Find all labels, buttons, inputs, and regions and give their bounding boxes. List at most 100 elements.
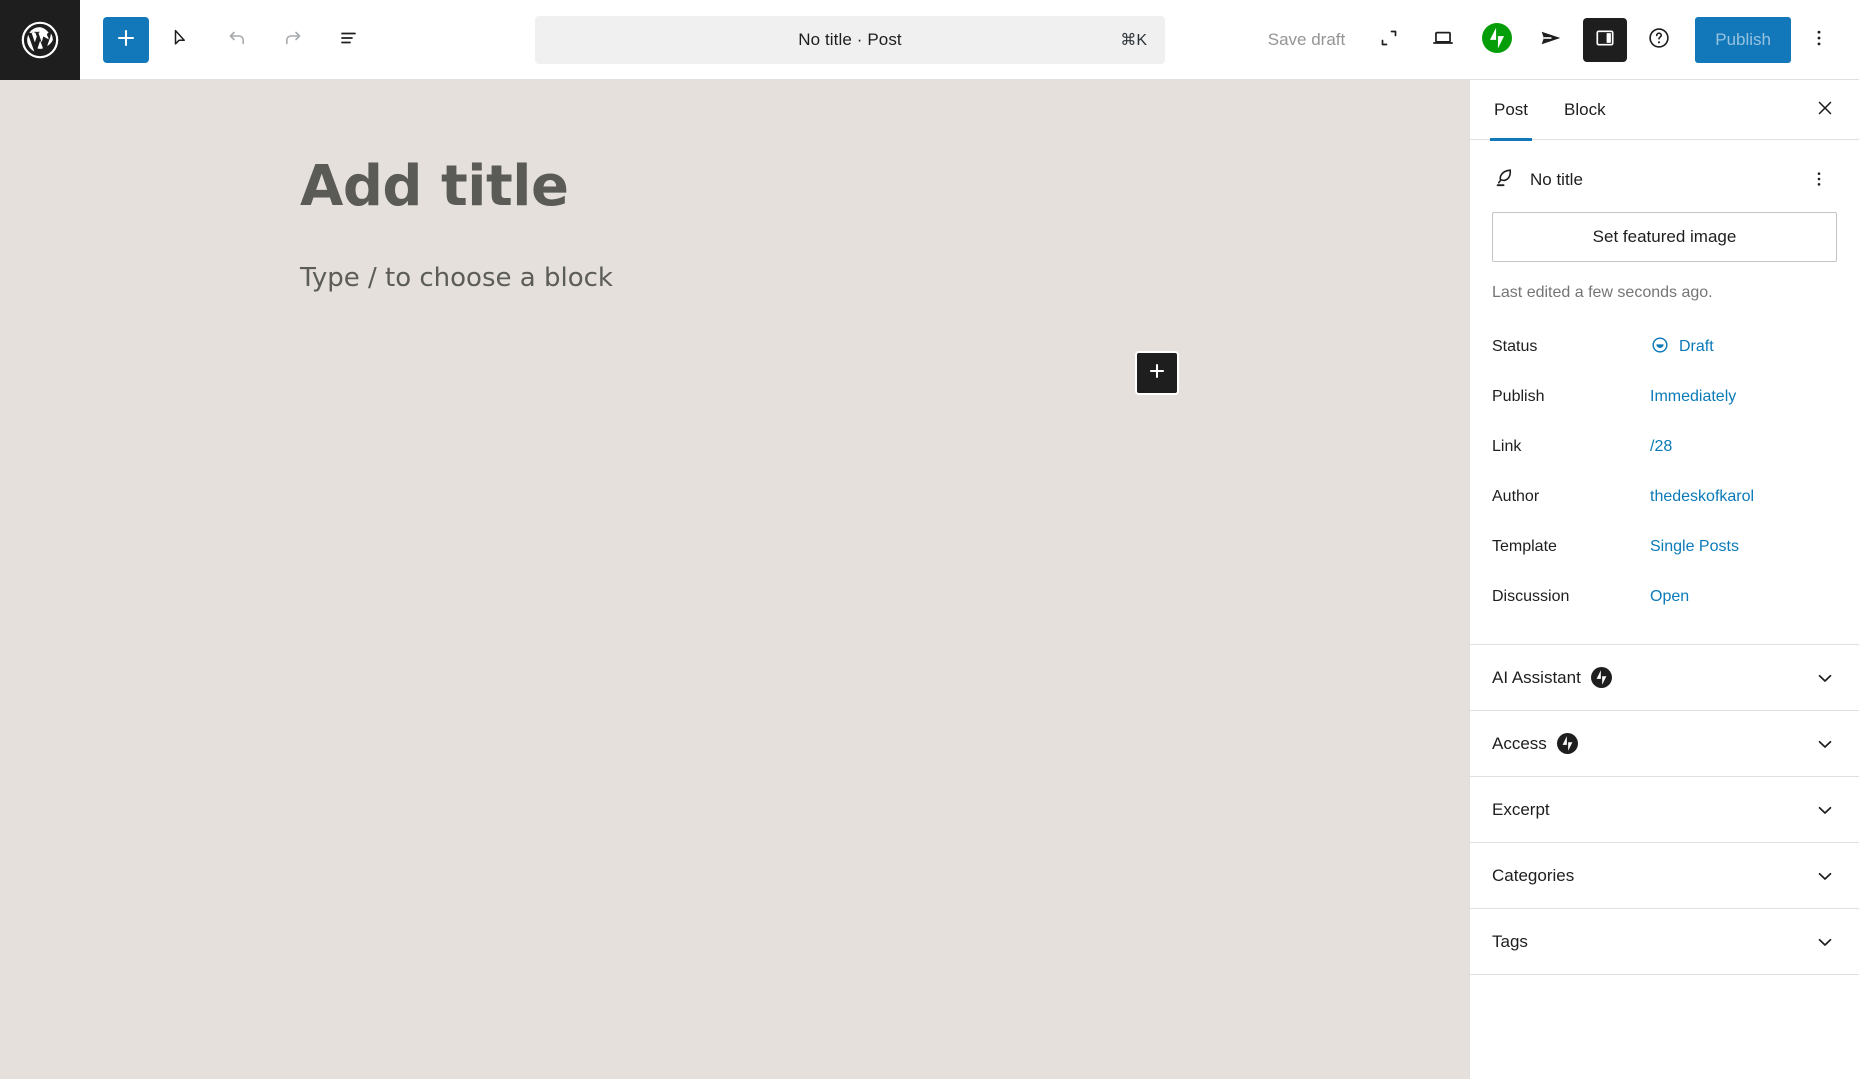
- document-summary: No title Set featured image Last edited …: [1470, 140, 1859, 644]
- meta-label-status: Status: [1492, 338, 1538, 355]
- status-value-button[interactable]: Draft: [1650, 331, 1714, 364]
- publish-button[interactable]: Publish: [1695, 16, 1791, 63]
- document-options-button[interactable]: [1801, 162, 1837, 198]
- redo-icon: [281, 26, 305, 53]
- more-options-icon: [1809, 169, 1829, 192]
- panel-label-tags: Tags: [1492, 931, 1528, 951]
- meta-value-author: thedeskofkarol: [1650, 488, 1755, 505]
- panel-access[interactable]: Access: [1470, 711, 1859, 777]
- settings-sidebar: Post Block No title Set featured image L…: [1469, 80, 1859, 1079]
- meta-label-discussion: Discussion: [1492, 588, 1570, 605]
- send-icon: [1538, 25, 1564, 54]
- help-icon: [1646, 25, 1672, 54]
- meta-row-link: Link /28: [1492, 422, 1837, 472]
- tab-post[interactable]: Post: [1476, 80, 1546, 141]
- jetpack-icon: [1482, 23, 1513, 56]
- chevron-down-icon: [1813, 666, 1837, 690]
- panel-label-excerpt: Excerpt: [1492, 799, 1550, 819]
- post-quill-icon: [1492, 166, 1516, 195]
- chevron-down-icon: [1813, 798, 1837, 822]
- jetpack-badge-icon: [1556, 733, 1578, 754]
- panel-excerpt[interactable]: Excerpt: [1470, 777, 1859, 843]
- tools-button[interactable]: [157, 16, 205, 64]
- settings-sidebar-icon: [1593, 26, 1617, 53]
- desktop-view-icon: [1430, 25, 1456, 54]
- chevron-down-icon: [1813, 732, 1837, 756]
- wordpress-logo-button[interactable]: [0, 0, 80, 80]
- chevron-down-icon: [1813, 864, 1837, 888]
- meta-value-publish: Immediately: [1650, 388, 1737, 405]
- meta-value-link: /28: [1650, 438, 1673, 455]
- document-title: No title: [1530, 170, 1583, 189]
- undo-button[interactable]: [213, 16, 261, 64]
- empty-block-paragraph[interactable]: Type / to choose a block: [300, 262, 1469, 296]
- command-palette-title: No title · Post: [798, 30, 902, 49]
- toolbar-right-group: Save draft Publish: [1254, 16, 1859, 64]
- meta-value-discussion: Open: [1650, 588, 1690, 605]
- meta-row-publish: Publish Immediately: [1492, 372, 1837, 422]
- add-block-button[interactable]: [103, 16, 149, 63]
- panel-label-access: Access: [1492, 733, 1547, 753]
- meta-row-author: Author thedeskofkarol: [1492, 472, 1837, 522]
- jetpack-button[interactable]: [1473, 16, 1521, 64]
- document-overview-icon: [337, 26, 361, 53]
- editor-toolbar: No title · Post ⌘K Save draft Publish: [0, 0, 1859, 80]
- help-button[interactable]: [1635, 16, 1683, 64]
- command-palette-shortcut: ⌘K: [1120, 32, 1147, 49]
- panel-label-ai-assistant: AI Assistant: [1492, 667, 1581, 687]
- meta-value-template: Single Posts: [1650, 538, 1739, 555]
- undo-icon: [225, 26, 249, 53]
- plus-icon: [114, 26, 138, 53]
- expand-preview-icon: [1377, 26, 1401, 53]
- editor-body: Add title Type / to choose a block Post …: [0, 80, 1859, 1079]
- panel-label-categories: Categories: [1492, 865, 1575, 885]
- close-icon: [1814, 97, 1836, 122]
- redo-button[interactable]: [269, 16, 317, 64]
- author-button[interactable]: thedeskofkarol: [1650, 484, 1754, 510]
- panel-ai-assistant[interactable]: AI Assistant: [1470, 645, 1859, 711]
- panel-categories[interactable]: Categories: [1470, 843, 1859, 909]
- post-meta-list: Status Draft Publish Immediately Link /2…: [1492, 322, 1837, 644]
- discussion-button[interactable]: Open: [1650, 584, 1689, 610]
- chevron-down-icon: [1813, 930, 1837, 954]
- wordpress-logo-icon: [20, 20, 60, 60]
- document-overview-button[interactable]: [325, 16, 373, 64]
- tab-block[interactable]: Block: [1546, 80, 1624, 140]
- more-options-icon: [1808, 27, 1830, 52]
- meta-row-status: Status Draft: [1492, 322, 1837, 372]
- meta-label-author: Author: [1492, 488, 1540, 505]
- document-header: No title: [1492, 140, 1837, 212]
- jetpack-badge-icon: [1590, 667, 1612, 688]
- meta-label-publish: Publish: [1492, 388, 1545, 405]
- publish-send-button[interactable]: [1527, 16, 1575, 64]
- meta-label-template: Template: [1492, 538, 1557, 555]
- draft-status-icon: [1650, 335, 1670, 360]
- command-palette[interactable]: No title · Post ⌘K: [535, 16, 1165, 64]
- meta-row-template: Template Single Posts: [1492, 522, 1837, 572]
- editor-canvas[interactable]: Add title Type / to choose a block: [0, 80, 1469, 1079]
- template-button[interactable]: Single Posts: [1650, 534, 1739, 560]
- panel-tags[interactable]: Tags: [1470, 909, 1859, 975]
- wordpress-block-editor: No title · Post ⌘K Save draft Publish Ad…: [0, 0, 1859, 1079]
- command-palette-bar[interactable]: No title · Post ⌘K: [535, 16, 1165, 64]
- meta-label-link: Link: [1492, 438, 1522, 455]
- editor-options-button[interactable]: [1797, 16, 1841, 64]
- toolbar-left-group: [80, 16, 373, 64]
- post-content-area: Add title Type / to choose a block: [0, 80, 1469, 295]
- last-edited-text: Last edited a few seconds ago.: [1492, 284, 1713, 301]
- set-featured-image-button[interactable]: Set featured image: [1492, 212, 1837, 262]
- save-draft-button[interactable]: Save draft: [1254, 22, 1360, 58]
- cursor-tools-icon: [169, 26, 193, 53]
- settings-sidebar-toggle[interactable]: [1583, 17, 1628, 62]
- meta-value-status: Draft: [1679, 338, 1714, 355]
- sidebar-tablist: Post Block: [1470, 80, 1859, 141]
- inline-block-inserter-button[interactable]: [1135, 351, 1179, 395]
- close-sidebar-button[interactable]: [1803, 88, 1847, 132]
- post-title-input[interactable]: Add title: [300, 156, 1469, 218]
- device-preview-button[interactable]: [1419, 16, 1467, 64]
- plus-icon: [1146, 360, 1168, 387]
- preview-button[interactable]: [1365, 16, 1413, 64]
- publish-date-button[interactable]: Immediately: [1650, 384, 1736, 410]
- post-link-button[interactable]: /28: [1650, 434, 1672, 460]
- meta-row-discussion: Discussion Open: [1492, 572, 1837, 622]
